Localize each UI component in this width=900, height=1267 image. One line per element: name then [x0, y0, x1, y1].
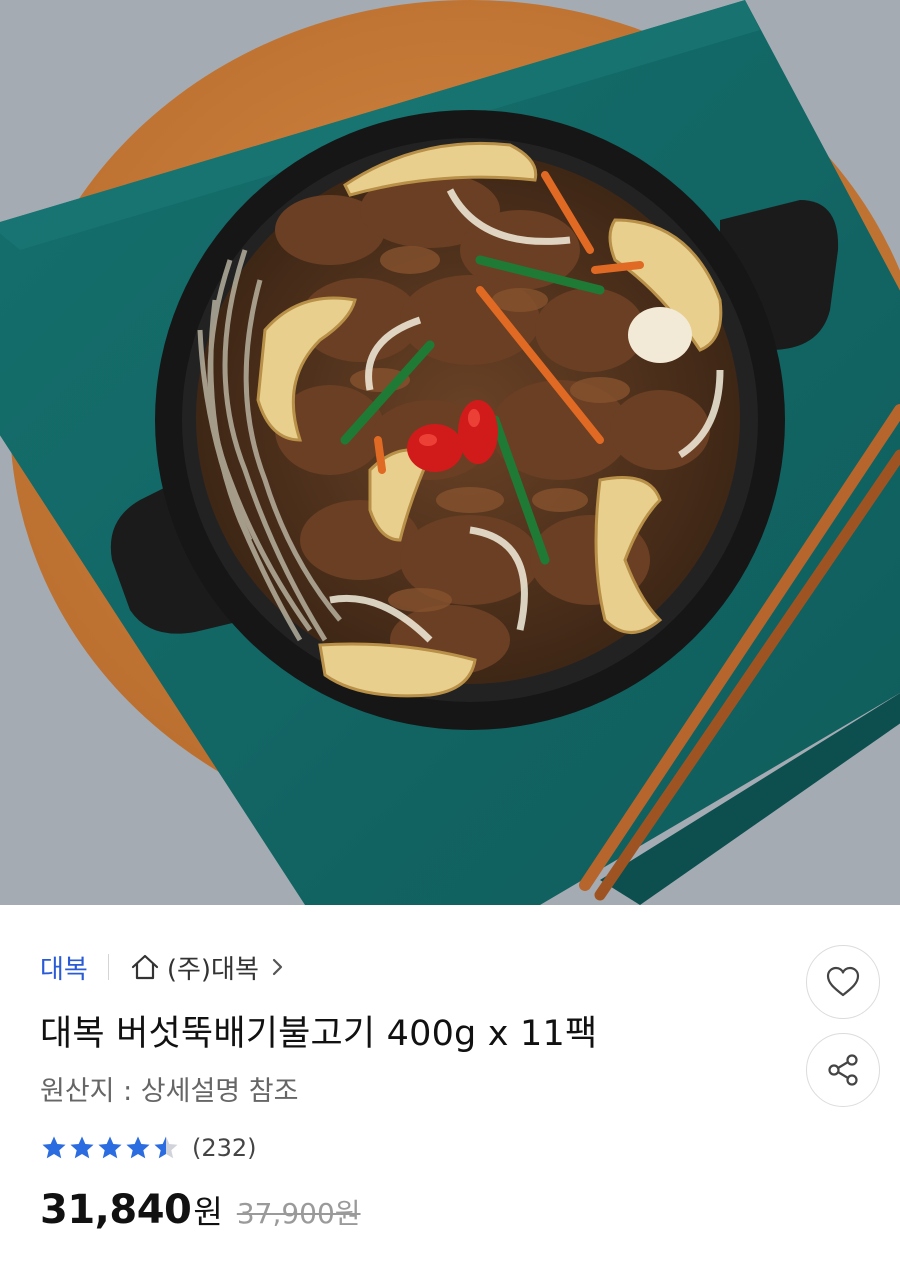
sale-price: 31,840 [40, 1187, 192, 1233]
rating-row[interactable]: (232) [40, 1131, 257, 1165]
share-icon [828, 1054, 858, 1086]
store-name: (주)대복 [166, 954, 259, 985]
bulgogi-hotpot-illustration [0, 0, 900, 905]
brand-row: 대복 (주)대복 [40, 947, 285, 987]
review-count: (232) [192, 1134, 257, 1162]
origin-info: 원산지 : 상세설명 참조 [40, 1076, 299, 1107]
heart-icon [826, 966, 860, 997]
original-price: 37,900원 [236, 1197, 361, 1230]
chevron-right-icon [272, 958, 283, 976]
divider [107, 954, 109, 980]
star-icon [42, 1136, 66, 1159]
home-icon [131, 954, 158, 980]
star-rating [40, 1134, 180, 1162]
share-button[interactable] [806, 1033, 880, 1107]
star-icon [98, 1136, 122, 1159]
star-icon [70, 1136, 94, 1159]
star-icon [154, 1136, 178, 1159]
product-title: 대복 버섯뚝배기불고기 400g x 11팩 [40, 1014, 598, 1054]
product-image[interactable] [0, 0, 900, 905]
product-info-panel: 대복 (주)대복 대복 버섯뚝배기불고기 400g x 11팩 원산지 : 상세… [0, 905, 900, 1267]
star-icon [126, 1136, 150, 1159]
wishlist-button[interactable] [806, 945, 880, 1019]
price-row: 31,840 원 37,900원 [40, 1187, 361, 1233]
brand-link[interactable]: 대복 [40, 949, 88, 986]
store-link[interactable]: (주)대복 [129, 949, 285, 986]
sale-price-unit: 원 [193, 1193, 223, 1231]
